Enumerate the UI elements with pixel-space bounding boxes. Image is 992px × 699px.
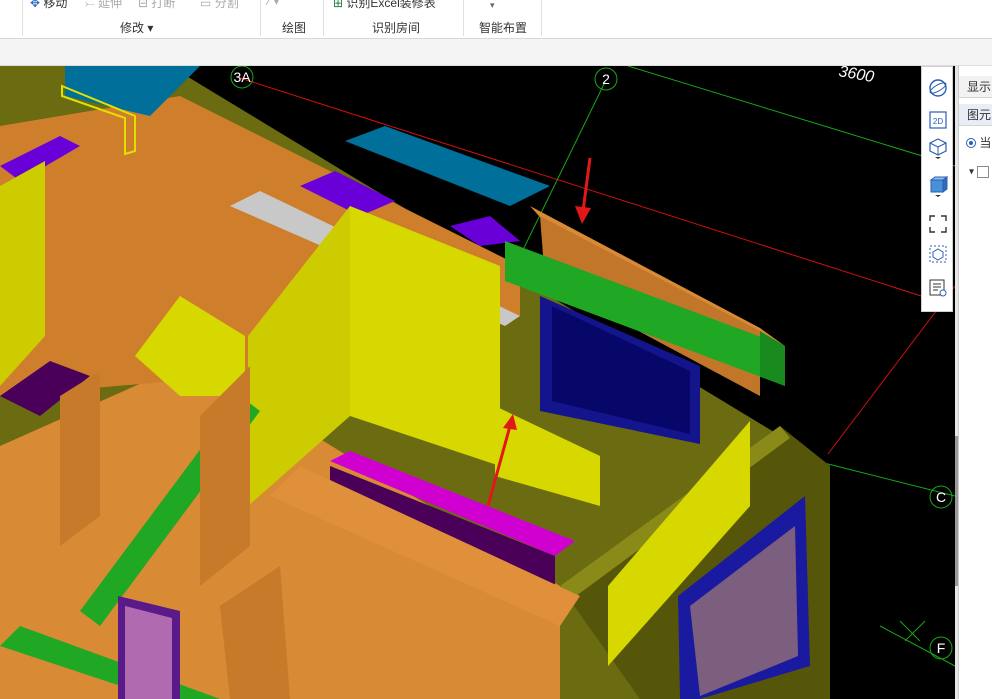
excel-icon: ⊞ <box>333 0 344 10</box>
partition-wall <box>60 371 100 546</box>
3d-view-icon[interactable] <box>927 137 949 159</box>
smart-layout-dropdown-icon[interactable]: ▾ <box>490 0 495 11</box>
radio-icon <box>966 137 976 148</box>
display-settings-icon[interactable] <box>927 277 949 299</box>
ribbon-toolbar: ✥ 移动 ⤚ 延伸 ⊟ 打断 ▭ 分割 ⁄ ▾ ⊞ 识别Excel装修表 ▾ 修… <box>0 0 992 39</box>
view-toolbar: 2D <box>921 66 953 312</box>
tab-display[interactable]: 显示 <box>959 76 992 98</box>
ribbon-divider <box>463 0 464 36</box>
extend-button[interactable]: ⤚ 延伸 <box>85 0 122 11</box>
split-icon: ▭ <box>200 0 212 10</box>
2d-view-icon[interactable]: 2D <box>927 109 949 131</box>
ribbon-divider <box>260 0 261 36</box>
dimension-text: 3600 <box>837 66 875 86</box>
identify-excel-button[interactable]: ⊞ 识别Excel装修表 <box>333 0 436 11</box>
window-glass <box>125 606 172 699</box>
annotation-arrow-top <box>575 157 592 224</box>
fit-extent-icon[interactable] <box>927 213 949 235</box>
axis-label-c: C <box>929 485 953 509</box>
svg-text:F: F <box>937 640 946 656</box>
element-view-icon[interactable] <box>927 243 949 265</box>
tab-element[interactable]: 图元 <box>959 104 992 126</box>
svg-text:2: 2 <box>602 71 610 87</box>
ribbon-divider <box>541 0 542 36</box>
svg-text:3A: 3A <box>233 69 251 85</box>
svg-text:2D: 2D <box>933 117 943 126</box>
group-draw: 绘图 <box>282 21 307 35</box>
axis-label-f: F <box>929 636 953 660</box>
expand-arrow-icon[interactable]: ▾ <box>969 167 974 178</box>
group-modify[interactable]: 修改 ▾ <box>120 19 153 36</box>
orbit-icon[interactable] <box>927 77 949 99</box>
box-view-icon[interactable] <box>927 175 949 197</box>
properties-panel: 显示 图元 当 ▾ <box>958 66 992 699</box>
ribbon-divider <box>323 0 324 36</box>
move-icon: ✥ <box>30 0 41 10</box>
3d-viewport[interactable]: 3A 2 C F 3600 <box>0 66 955 699</box>
extend-icon: ⤚ <box>85 0 95 10</box>
radio-option[interactable]: 当 <box>966 134 991 151</box>
group-smart-layout: 智能布置 <box>479 21 528 35</box>
svg-text:C: C <box>936 489 946 505</box>
ribbon-divider <box>22 0 23 36</box>
document-tab-bar <box>0 39 992 66</box>
split-button[interactable]: ▭ 分割 <box>200 0 239 11</box>
tree-checkbox[interactable] <box>976 166 989 178</box>
break-icon: ⊟ <box>138 0 149 10</box>
draw-dropdown-arrow[interactable]: ⁄ ▾ <box>268 0 279 8</box>
axis-label-3a: 3A <box>230 66 254 89</box>
model-canvas[interactable]: 3A 2 C F 3600 <box>0 66 955 699</box>
group-identify-room: 识别房间 <box>372 21 421 35</box>
break-button[interactable]: ⊟ 打断 <box>138 0 175 11</box>
axis-label-2: 2 <box>594 67 618 91</box>
move-button[interactable]: ✥ 移动 <box>30 0 67 11</box>
tree-node[interactable]: ▾ <box>969 166 989 178</box>
